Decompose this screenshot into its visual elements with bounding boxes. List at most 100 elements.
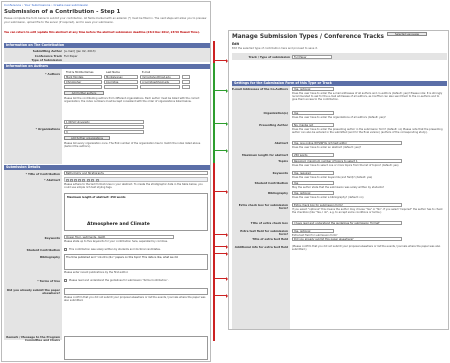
remark-textarea[interactable] — [64, 336, 208, 360]
abstract-label: * Abstract — [44, 178, 60, 182]
terms-checkbox[interactable] — [64, 279, 67, 282]
setting-label: Bibliography — [267, 191, 288, 195]
setting-select[interactable]: I have read and understand the guideline… — [292, 221, 402, 225]
intro-text: Please complete the form below to submit… — [4, 17, 207, 24]
setting-select[interactable]: Yes — [292, 181, 334, 185]
author-org-index[interactable] — [182, 85, 190, 89]
setting-select[interactable]: Yes, optional — [292, 229, 334, 233]
author-email-input[interactable]: mmontalvo@host.edu — [140, 75, 180, 79]
add-organizations-button[interactable]: Add further organizations — [64, 136, 110, 140]
setting-help: Does the user have to enter an abstract … — [292, 145, 361, 149]
authors-label-col — [4, 69, 62, 164]
undo-icon[interactable] — [96, 179, 99, 182]
setting-label: Title of extra text field — [252, 237, 288, 241]
prelim-label: Did you already submit the paper elsewhe… — [7, 288, 60, 296]
setting-label: Title of extra check box — [250, 221, 288, 225]
connector-green-bar — [213, 63, 215, 163]
student-checkbox[interactable] — [64, 248, 67, 251]
terms-help: Please read and understand the guideline… — [69, 279, 169, 282]
abstract-limit-note: Maximum length of abstract: 250 words — [67, 196, 126, 199]
setting-select[interactable]: Required: maximum number of topics to se… — [292, 159, 402, 163]
author-email-input[interactable] — [140, 85, 180, 89]
superscript-icon[interactable] — [82, 179, 85, 182]
bold-icon[interactable] — [66, 179, 69, 182]
keywords-input[interactable]: Ocean floor, sediments, depth — [64, 235, 174, 239]
keywords-help: Please state up to five keywords for you… — [64, 240, 168, 243]
org-input[interactable]: 2 — [64, 125, 144, 129]
setting-select[interactable]: Yes, one online WYSIWYG rich text editor — [292, 141, 402, 145]
setting-help: If you select "optional" this means the … — [292, 207, 443, 214]
arrow-presenting — [214, 148, 228, 154]
abstract-editor[interactable]: Maximum length of abstract: 250 words At… — [64, 193, 208, 231]
language-select[interactable]: Selected Language — [387, 32, 427, 36]
bibliography-label: Bibliography — [39, 255, 60, 259]
setting-label: Additional info for extra text field — [234, 245, 288, 249]
author-col-last: Last Name — [106, 71, 120, 74]
terms-label: * Terms of Use — [37, 279, 60, 283]
bibliography-value: The time published and "<b>O1</b>" paper… — [66, 256, 179, 259]
setting-select[interactable]: No, maybe not — [292, 123, 334, 127]
authors-note: Please list the contributing authors fro… — [64, 97, 200, 104]
admin-settings-panel: Manage Submission Types / Conference Tra… — [228, 30, 449, 330]
info-label: Submitting Author — [32, 49, 62, 53]
setting-label: Abstract — [274, 141, 288, 145]
setting-select[interactable]: Yes, optional — [292, 87, 334, 91]
setting-label: Presenting Author — [259, 123, 288, 127]
org-input[interactable]: 1 NCSU University — [64, 120, 144, 124]
italic-icon[interactable] — [70, 179, 73, 182]
setting-label: Topics — [278, 159, 288, 163]
track-label: Track / Type of submission — [248, 55, 290, 59]
info-value: Full Paper — [64, 53, 78, 58]
author-first-input[interactable] — [64, 85, 102, 89]
bibliography-textarea[interactable]: The time published and "<b>O1</b>" paper… — [64, 254, 208, 270]
author-org-index[interactable] — [182, 75, 190, 79]
author-col-first: First & Middle Names — [66, 71, 94, 74]
setting-help: Does the user have to enter a bibliograp… — [292, 195, 364, 199]
author-email-input[interactable]: ccoolridge@host.edu — [140, 80, 180, 84]
arrow-abstract — [214, 189, 228, 195]
setting-select[interactable]: Yes, optional — [292, 191, 334, 195]
arrow-bibliography — [214, 251, 228, 257]
setting-label: Student Contribution — [254, 181, 288, 185]
setting-select[interactable]: Yes — [292, 111, 334, 115]
track-input[interactable]: Full Paper — [292, 54, 332, 59]
setting-label: Organization(s) — [263, 111, 288, 115]
organizations-label: * Organizations — [35, 127, 60, 131]
author-org-index[interactable] — [182, 80, 190, 84]
setting-select[interactable]: Yes, required — [292, 171, 334, 175]
setting-help: Does the user have to enter the presenti… — [292, 127, 443, 134]
author-first-input[interactable]: Mark Montals — [64, 75, 102, 79]
setting-label: E-mail Addresses of the Co-Authors — [232, 87, 288, 91]
author-col-email: E-mail — [142, 71, 151, 74]
setting-select[interactable]: Did you already submit this paper elsewh… — [292, 237, 402, 241]
author-last-input[interactable]: Coolridge — [104, 80, 138, 84]
setting-select[interactable]: Extra check box for submission form? — [292, 203, 402, 207]
add-authors-button[interactable]: Add further authors — [64, 91, 104, 95]
author-first-input[interactable]: Christopher — [64, 80, 102, 84]
title-input[interactable]: Bathymetry and Stratigraphy — [64, 171, 208, 175]
arrow-terms — [214, 276, 228, 282]
admin-page-title: Manage Submission Types / Conference Tra… — [232, 34, 384, 40]
list-icon[interactable] — [87, 179, 90, 182]
underline-icon[interactable] — [74, 179, 77, 182]
org-input[interactable]: 3 — [64, 130, 144, 134]
prelim-textarea[interactable] — [64, 288, 208, 295]
info-value: [e-mail] (Jan 02, 2013) — [64, 49, 96, 53]
author-last-input[interactable]: Montalvanay — [104, 75, 138, 79]
arrow-organizations — [214, 121, 228, 127]
page-title: Submission of a Contribution - Step 1 — [4, 9, 121, 15]
setting-label: Extra check box for submission form? — [238, 203, 288, 211]
subscript-icon[interactable] — [78, 179, 81, 182]
setting-select[interactable]: 250 words — [292, 153, 334, 157]
connector-red-bar — [213, 163, 215, 341]
setting-label: Extra text field for submission form? — [240, 229, 288, 237]
author-last-input[interactable] — [104, 85, 138, 89]
edit-heading: Edit — [232, 42, 240, 46]
table-icon[interactable] — [91, 179, 94, 182]
edit-help: Edit the selected type of contribution h… — [232, 47, 318, 50]
authors-label: * Authors — [45, 72, 60, 76]
setting-help: Does the user have to enter the organiza… — [292, 115, 386, 119]
breadcrumb[interactable]: Conference › Your Submissions › Create n… — [4, 3, 88, 7]
abstract-help: Please adhere to the text format rules i… — [64, 183, 203, 190]
bibliography-help: Please enter recent publications by the … — [64, 271, 129, 274]
